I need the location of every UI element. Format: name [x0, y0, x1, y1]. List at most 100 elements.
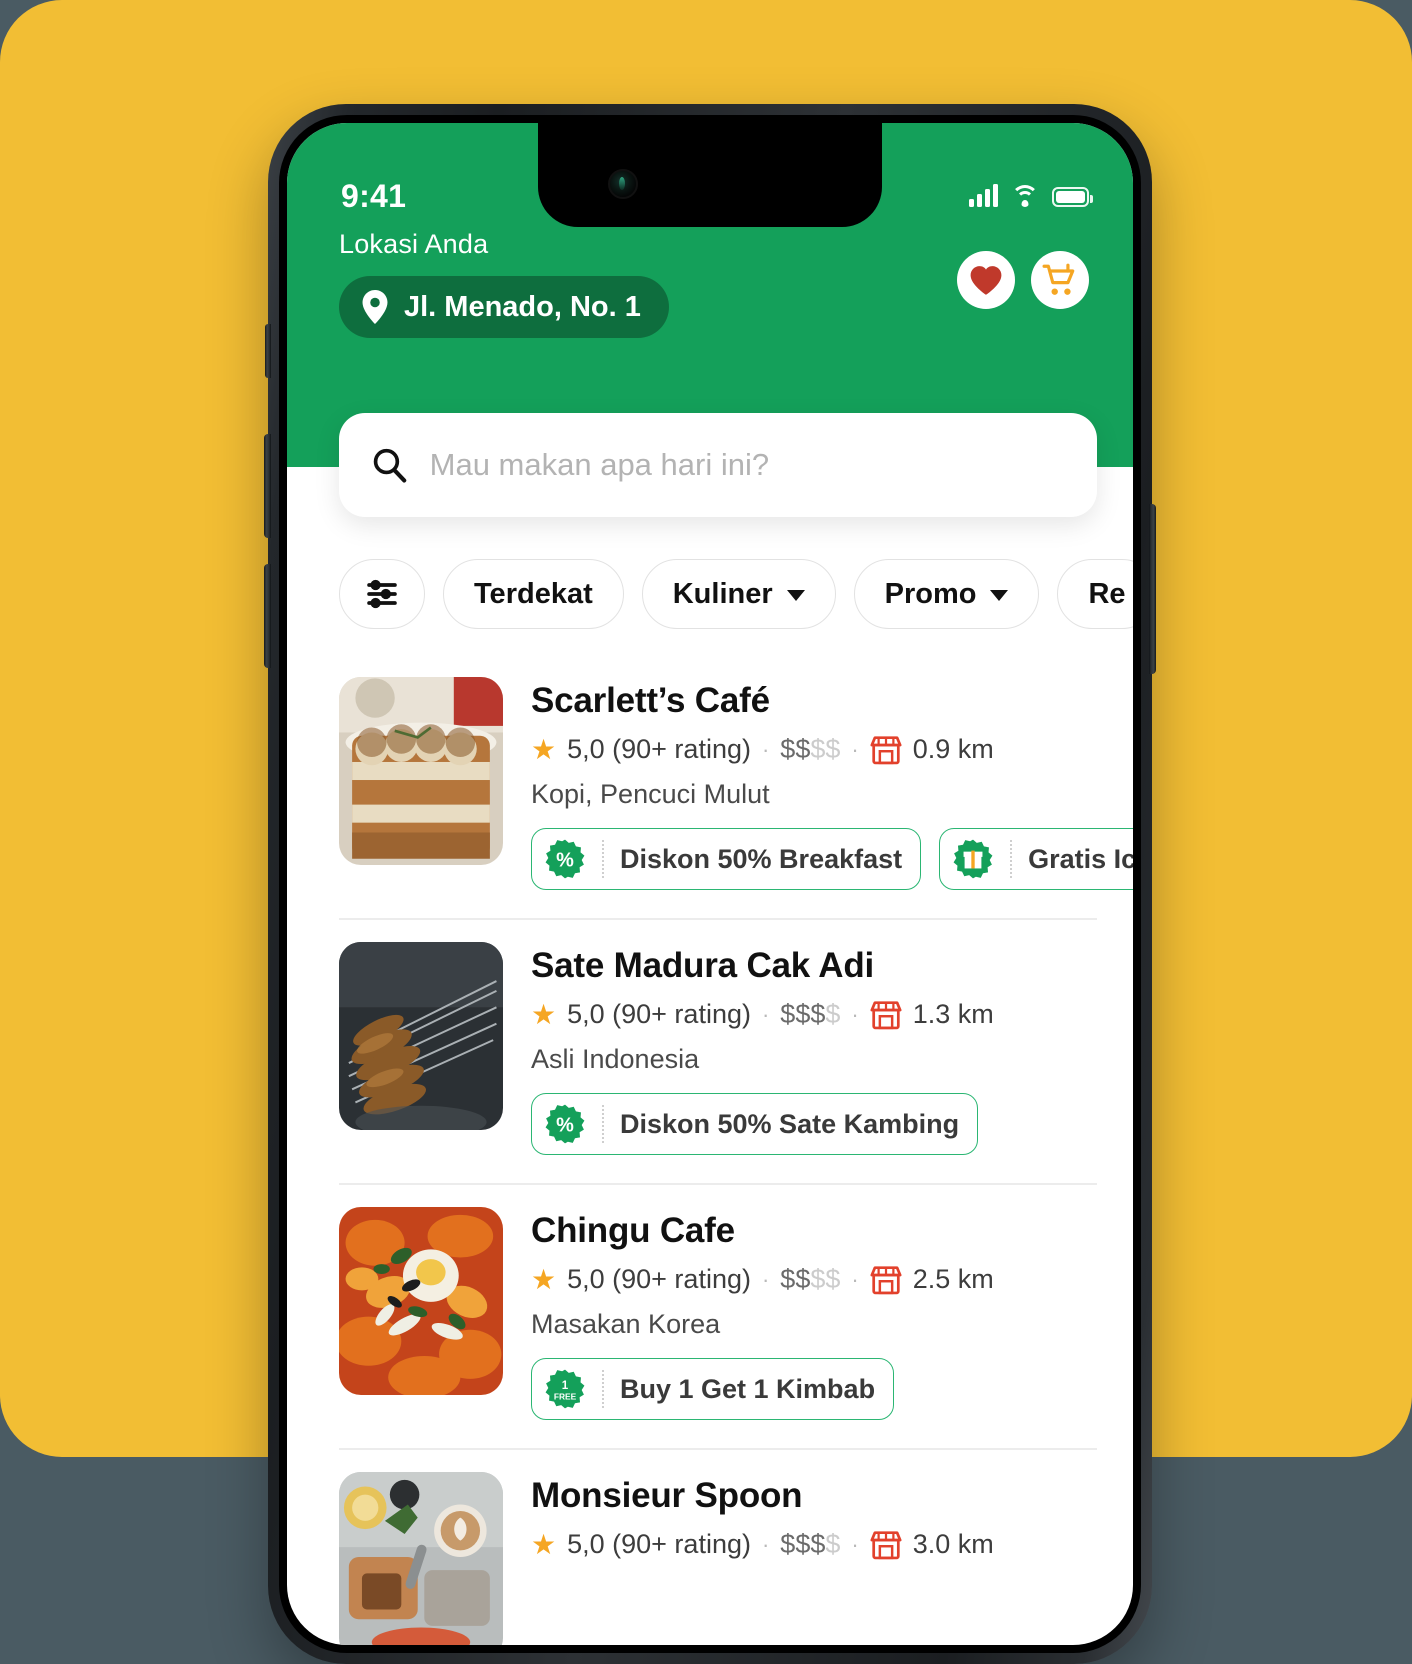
- sliders-filter-icon: [367, 579, 397, 609]
- phone-device-frame: 9:41 Lokasi Anda Jl. Menado, No. 1 Mau m…: [264, 104, 1156, 1664]
- status-bar-icons: [969, 184, 1093, 207]
- storefront-icon: [870, 735, 902, 764]
- meta-separator: ·: [851, 1531, 859, 1557]
- promo-chip[interactable]: % Diskon 50% Breakfast: [531, 828, 922, 890]
- meta-separator: ·: [761, 736, 770, 762]
- restaurant-thumbnail: [339, 942, 503, 1130]
- phone-bezel: 9:41 Lokasi Anda Jl. Menado, No. 1 Mau m…: [264, 115, 1156, 1653]
- promo-label: Buy 1 Get 1 Kimbab: [620, 1373, 876, 1404]
- price-level: $$$$: [780, 734, 841, 764]
- svg-text:%: %: [556, 1114, 574, 1136]
- price-level: $$$$: [780, 999, 841, 1029]
- satay-grill-photo: [339, 942, 503, 1130]
- promo-label: Diskon 50% Breakfast: [620, 843, 903, 874]
- promo-label: Gratis Ice Cream: [1028, 843, 1133, 874]
- meta-separator: ·: [761, 1266, 770, 1292]
- filter-chip-label: Kuliner: [672, 577, 773, 610]
- filter-chip-terdekat[interactable]: Terdekat: [443, 559, 624, 629]
- promo-chip[interactable]: Gratis Ice Cream: [939, 828, 1133, 890]
- promo-chip[interactable]: % Diskon 50% Sate Kambing: [531, 1093, 979, 1155]
- display-notch: [538, 123, 882, 227]
- star-icon: ★: [531, 998, 557, 1030]
- restaurant-info: Monsieur Spoon ★ 5,0 (90+ rating) · $$$$…: [531, 1472, 1097, 1645]
- filter-chip-label: Terdekat: [474, 577, 593, 610]
- power-button[interactable]: [1149, 504, 1156, 674]
- restaurant-name: Monsieur Spoon: [531, 1476, 803, 1515]
- restaurant-thumbnail: [339, 1472, 503, 1645]
- one-free-badge-icon: 1 FREE: [545, 1369, 585, 1409]
- battery-icon: [1052, 187, 1093, 207]
- restaurant-meta: ★ 5,0 (90+ rating) · $$$$ · 1.3 km: [531, 999, 1097, 1030]
- restaurant-category: Kopi, Pencuci Mulut: [531, 779, 770, 809]
- search-icon: [373, 448, 407, 483]
- restaurant-card[interactable]: Sate Madura Cak Adi ★ 5,0 (90+ rating) ·…: [287, 920, 1133, 1155]
- filter-chip-promo[interactable]: Promo: [853, 559, 1040, 629]
- location-pin-icon: [362, 290, 388, 324]
- restaurant-rating: 5,0 (90+ rating): [567, 1529, 751, 1559]
- price-level: $$$$: [780, 1264, 841, 1294]
- restaurant-rating: 5,0 (90+ rating): [567, 734, 751, 764]
- korean-stew-photo: [339, 1207, 503, 1395]
- restaurant-distance: 3.0 km: [912, 1529, 994, 1559]
- meta-separator: ·: [851, 736, 859, 762]
- favorites-button[interactable]: [957, 251, 1015, 309]
- front-camera-icon: [608, 169, 638, 199]
- cellular-bars-icon: [969, 184, 998, 207]
- restaurant-card[interactable]: Monsieur Spoon ★ 5,0 (90+ rating) · $$$$…: [287, 1450, 1133, 1645]
- star-icon: ★: [531, 1528, 557, 1560]
- meta-separator: ·: [761, 1531, 770, 1557]
- location-block: Lokasi Anda Jl. Menado, No. 1: [339, 229, 669, 338]
- promo-label: Diskon 50% Sate Kambing: [620, 1108, 960, 1139]
- location-selector-button[interactable]: Jl. Menado, No. 1: [339, 276, 669, 338]
- gift-badge-icon: [953, 839, 993, 879]
- storefront-icon: [870, 1000, 902, 1029]
- filter-chip-kuliner[interactable]: Kuliner: [641, 559, 836, 629]
- volume-down-button[interactable]: [264, 564, 271, 668]
- restaurant-name: Scarlett’s Café: [531, 681, 770, 720]
- restaurant-thumbnail: [339, 1207, 503, 1395]
- promo-row: 1 FREE Buy 1 Get 1 Kimbab: [531, 1358, 1097, 1420]
- silent-switch-button[interactable]: [265, 324, 271, 378]
- restaurant-info: Sate Madura Cak Adi ★ 5,0 (90+ rating) ·…: [531, 942, 1097, 1155]
- storefront-icon: [870, 1530, 902, 1559]
- meta-separator: ·: [851, 1001, 859, 1027]
- promo-chip[interactable]: 1 FREE Buy 1 Get 1 Kimbab: [531, 1358, 895, 1420]
- restaurant-distance: 2.5 km: [912, 1264, 994, 1294]
- svg-text:1: 1: [562, 1380, 569, 1392]
- volume-up-button[interactable]: [264, 434, 271, 538]
- filter-chip-label: Promo: [884, 577, 977, 610]
- heart-icon: [970, 265, 1002, 295]
- search-bar[interactable]: [339, 413, 1097, 517]
- meta-separator: ·: [761, 1001, 770, 1027]
- restaurant-meta: ★ 5,0 (90+ rating) · $$$$ · 2.5 km: [531, 1264, 1097, 1295]
- storefront-icon: [870, 1265, 902, 1294]
- chevron-down-icon: [990, 590, 1009, 601]
- chevron-down-icon: [786, 590, 805, 601]
- cart-button[interactable]: [1031, 251, 1089, 309]
- shopping-cart-icon: [1042, 263, 1075, 295]
- wifi-icon: [1011, 185, 1039, 207]
- restaurant-thumbnail: [339, 677, 503, 865]
- percent-badge-icon: %: [545, 1104, 585, 1144]
- restaurant-info: Chingu Cafe ★ 5,0 (90+ rating) · $$$$ ·: [531, 1207, 1097, 1420]
- phone-screen: 9:41 Lokasi Anda Jl. Menado, No. 1 Mau m…: [287, 123, 1133, 1645]
- promo-divider: [1010, 840, 1013, 878]
- status-bar-clock: 9:41: [341, 177, 407, 214]
- restaurant-distance: 1.3 km: [912, 999, 994, 1029]
- restaurant-card[interactable]: Chingu Cafe ★ 5,0 (90+ rating) · $$$$ ·: [287, 1185, 1133, 1420]
- restaurant-rating: 5,0 (90+ rating): [567, 999, 751, 1029]
- filter-chip-label: Re: [1088, 577, 1126, 610]
- percent-badge-icon: %: [545, 839, 585, 879]
- svg-text:%: %: [556, 849, 574, 871]
- filter-chip-rekomendasi[interactable]: Re: [1057, 559, 1133, 629]
- location-value: Jl. Menado, No. 1: [404, 290, 641, 323]
- price-level: $$$$: [780, 1529, 841, 1559]
- promo-divider: [602, 1105, 604, 1143]
- filter-settings-button[interactable]: [339, 559, 425, 629]
- restaurant-list: Scarlett’s Café ★ 5,0 (90+ rating) · $$$…: [287, 629, 1133, 1645]
- restaurant-card[interactable]: Scarlett’s Café ★ 5,0 (90+ rating) · $$$…: [287, 655, 1133, 890]
- promo-divider: [602, 1370, 604, 1408]
- star-icon: ★: [531, 1263, 557, 1295]
- search-input[interactable]: [429, 447, 1065, 483]
- restaurant-category: Asli Indonesia: [531, 1044, 700, 1074]
